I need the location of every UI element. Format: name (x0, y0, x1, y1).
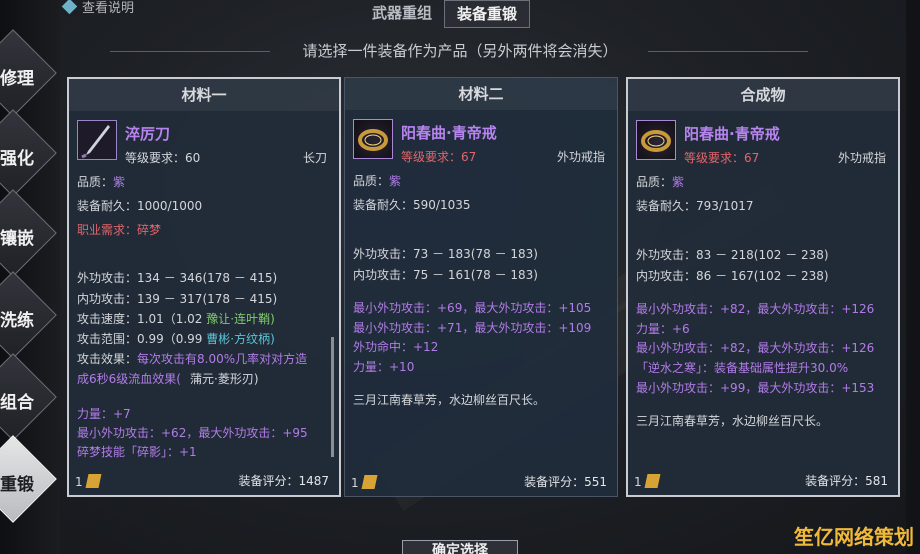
quality-label: 品质： (77, 175, 114, 189)
side-nav: 修理 强化 镶嵌 洗练 组合 重锻 (0, 0, 60, 554)
panel-title: 材料二 (345, 78, 617, 110)
bonus-3: 外功命中：+12 (353, 340, 439, 354)
inner-attack: 内功攻击：75 － 161(78 － 183) (353, 268, 538, 282)
bonus-3: 最小外功攻击：+82，最大外功攻击：+126 (636, 341, 875, 355)
top-tabs: 武器重组 装备重锻 (360, 0, 531, 28)
right-rail (906, 0, 920, 554)
item-name: 淬厉刀 (125, 125, 171, 143)
quality-row: 品质：紫 (77, 173, 125, 190)
quality-value: 紫 (113, 175, 126, 189)
bonus-5: 最小外功攻击：+99，最大外功攻击：+153 (636, 381, 875, 395)
attack-speed-tag: 豫让·连叶鞘) (206, 312, 275, 326)
site-watermark: 笙亿网络策划 (794, 525, 914, 549)
flavor-text: 三月江南春草芳，水边柳丝百尺长。 (353, 393, 546, 407)
attack-effect-text: 每次攻击有8.00%几率对对方造 (137, 352, 308, 366)
tab-equip-reforge[interactable]: 装备重锻 (444, 0, 531, 28)
item-count: 1 (351, 476, 359, 490)
blade-icon (77, 120, 117, 160)
side-tab-refine-label: 洗练 (0, 311, 34, 331)
equip-score: 装备评分：551 (524, 475, 607, 489)
help-gem-icon (61, 0, 78, 15)
flavor-text: 三月江南春草芳，水边柳丝百尺长。 (636, 414, 829, 428)
bonus-2: 力量：+6 (636, 322, 690, 336)
bonus-skill: 碎梦技能「碎影」：+1 (77, 445, 197, 459)
attack-effect-label: 攻击效果： (77, 352, 138, 366)
quality-row: 品质：紫 (636, 173, 684, 190)
quality-value: 紫 (389, 174, 402, 188)
bonus-4: 力量：+10 (353, 360, 415, 374)
attack-effect: 攻击效果：每次攻击有8.00%几率对对方造 (77, 350, 307, 367)
attack-range-tag: 曹彬·方纹柄) (206, 332, 275, 346)
panel-title: 材料一 (69, 79, 339, 111)
token-icon (644, 474, 661, 488)
quality-label: 品质： (636, 175, 673, 189)
durability: 装备耐久：793/1017 (636, 199, 754, 213)
equip-score: 装备评分：1487 (238, 474, 329, 488)
token-icon (361, 475, 378, 489)
panel-title: 合成物 (628, 79, 898, 111)
item-slot: 长刀 (302, 151, 327, 165)
bonus-2: 最小外功攻击：+71，最大外功攻击：+109 (353, 321, 592, 335)
token-icon (85, 474, 102, 488)
item-name: 阳春曲·青帝戒 (401, 124, 497, 142)
bonus-outer-attack: 最小外功攻击：+62，最大外功攻击：+95 (77, 426, 308, 440)
tab-weapon-recombine[interactable]: 武器重组 (360, 0, 444, 28)
item-name: 阳春曲·青帝戒 (684, 125, 780, 143)
class-requirement: 职业需求：碎梦 (77, 223, 162, 237)
side-tab-inlay-label: 镶嵌 (0, 229, 34, 249)
item-count: 1 (634, 475, 642, 489)
help-label: 查看说明 (82, 1, 135, 16)
side-tab-reforge-label: 重锻 (0, 475, 34, 495)
level-requirement: 等级要求：67 (684, 151, 760, 165)
panel-footer: 1 装备评分：1487 (69, 467, 339, 495)
side-tab-repair-label: 修理 (0, 69, 34, 89)
panel-footer: 1 装备评分：551 (345, 468, 617, 496)
attack-speed-value: 攻击速度：1.01（1.02 (77, 312, 203, 326)
attack-effect-tag: 蒲元·菱形刃) (190, 372, 259, 386)
outer-attack: 外功攻击：83 － 218(102 － 238) (636, 248, 829, 262)
outer-attack: 外功攻击：134 － 346(178 － 415) (77, 271, 278, 285)
attack-range-value: 攻击范围：0.99（0.99 (77, 332, 203, 346)
quality-value: 紫 (672, 175, 685, 189)
item-slot: 外功戒指 (556, 150, 605, 164)
item-slot: 外功戒指 (837, 151, 886, 165)
attack-speed: 攻击速度：1.01（1.02 豫让·连叶鞘) (77, 310, 275, 327)
ring-icon (636, 120, 676, 160)
outer-attack: 外功攻击：73 － 183(78 － 183) (353, 247, 538, 261)
result-panel[interactable]: 合成物 阳春曲·青帝戒 等级要求：67 外功戒指 品质：紫 装备耐久：793/1… (626, 77, 900, 497)
inner-attack: 内功攻击：86 － 167(102 － 238) (636, 269, 829, 283)
ring-icon (353, 119, 393, 159)
inner-attack: 内功攻击：139 － 317(178 － 415) (77, 292, 278, 306)
page-subtitle: 请选择一件装备作为产品（另外两件将会消失） (302, 42, 618, 60)
bonus-1: 最小外功攻击：+69，最大外功攻击：+105 (353, 301, 592, 315)
durability: 装备耐久：590/1035 (353, 198, 471, 212)
attack-range: 攻击范围：0.99（0.99 曹彬·方纹柄) (77, 330, 275, 347)
durability: 装备耐久：1000/1000 (77, 199, 203, 213)
panel-scrollbar[interactable] (331, 337, 334, 457)
side-tab-combine-label: 组合 (0, 393, 34, 413)
confirm-button[interactable]: 确定选择 (402, 540, 518, 554)
level-requirement: 等级要求：60 (125, 151, 201, 165)
item-count: 1 (75, 475, 83, 489)
equip-score: 装备评分：581 (805, 474, 888, 488)
bonus-1: 最小外功攻击：+82，最大外功攻击：+126 (636, 302, 875, 316)
help-button[interactable]: 查看说明 (61, 0, 135, 16)
attack-effect-cont: 成6秒6级流血效果( (77, 372, 181, 386)
material-two-panel[interactable]: 材料二 阳春曲·青帝戒 等级要求：67 外功戒指 品质：紫 装备耐久：590/1… (344, 77, 618, 497)
bonus-4: 「逆水之寒」：装备基础属性提升30.0% (636, 361, 849, 375)
bonus-strength: 力量：+7 (77, 407, 131, 421)
quality-row: 品质：紫 (353, 172, 401, 189)
panel-footer: 1 装备评分：581 (628, 467, 898, 495)
material-one-panel[interactable]: 材料一 淬厉刀 等级要求：60 长刀 品质：紫 装备耐久：1000/1000 职… (67, 77, 341, 497)
quality-label: 品质： (353, 174, 390, 188)
side-tab-enhance-label: 强化 (0, 149, 34, 169)
level-requirement: 等级要求：67 (401, 150, 477, 164)
